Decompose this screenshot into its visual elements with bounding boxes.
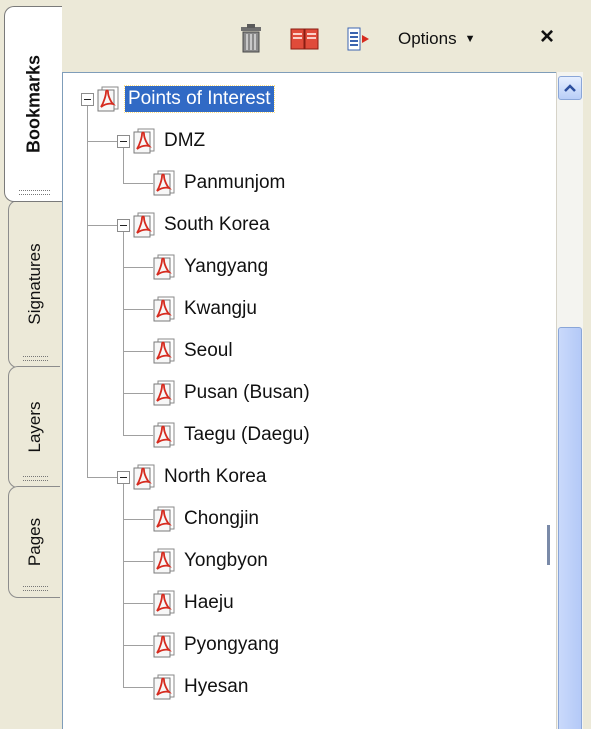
bookmark-label: Points of Interest (124, 85, 275, 113)
bookmark-item[interactable]: Chongjin (153, 501, 262, 537)
tab-grip (23, 356, 48, 361)
bookmark-label: South Korea (164, 214, 270, 235)
pdf-bookmark-icon (153, 338, 175, 364)
bookmarks-toolbar: Options ▼ × (62, 0, 591, 72)
pdf-bookmark-icon (133, 128, 155, 154)
collapse-toggle[interactable] (117, 470, 130, 484)
tree-horizontal-line (123, 183, 153, 184)
pdf-bookmark-icon (153, 254, 175, 280)
collapse-toggle[interactable] (117, 218, 130, 232)
bookmark-label: Hyesan (184, 676, 249, 697)
pdf-bookmark-icon (153, 296, 175, 322)
tree-horizontal-line (123, 309, 153, 310)
tree-horizontal-line (123, 435, 153, 436)
bookmark-item[interactable]: Yongbyon (153, 543, 271, 579)
scroll-up-button[interactable] (558, 76, 582, 100)
bookmarks-tree: Points of Interest DMZ Panmunjom South Kore… (63, 73, 556, 729)
bookmark-item[interactable]: Yangyang (153, 249, 271, 285)
bookmark-label: Yongbyon (184, 550, 268, 571)
options-button[interactable]: Options ▼ (398, 26, 475, 52)
bookmark-item[interactable]: Taegu (Daegu) (153, 417, 313, 453)
bookmark-item[interactable]: Kwangju (153, 291, 260, 327)
pdf-bookmark-icon (153, 674, 175, 700)
close-button[interactable]: × (532, 22, 562, 52)
pdf-bookmark-icon (133, 464, 155, 490)
pdf-bookmark-icon (153, 170, 175, 196)
bookmark-item[interactable]: Hyesan (153, 669, 251, 705)
bookmark-item[interactable]: Pyongyang (153, 627, 282, 663)
vertical-scrollbar[interactable] (556, 72, 583, 729)
pdf-bookmark-icon (153, 632, 175, 658)
chevron-down-icon: ▼ (464, 33, 476, 45)
tree-horizontal-line (87, 477, 117, 478)
tree-horizontal-line (123, 393, 153, 394)
tab-pages[interactable]: Pages (8, 486, 60, 598)
tree-vertical-line (87, 106, 88, 477)
bookmark-label: Pyongyang (184, 634, 280, 655)
tab-pages-label: Pages (24, 517, 44, 567)
tree-horizontal-line (123, 519, 153, 520)
tree-horizontal-line (87, 141, 117, 142)
tab-layers-label: Layers (24, 401, 44, 453)
bookmark-item[interactable]: Panmunjom (153, 165, 288, 201)
pdf-bookmark-icon (133, 212, 155, 238)
bookmarks-tree-pane: Points of Interest DMZ Panmunjom South Kore… (62, 72, 556, 729)
pdf-bookmark-icon (153, 422, 175, 448)
expand-bookmark-icon[interactable] (346, 24, 372, 54)
bookmark-label: Seoul (184, 340, 233, 361)
pdf-bookmark-icon (153, 548, 175, 574)
bookmark-group[interactable]: North Korea (117, 459, 269, 495)
pdf-bookmark-icon (153, 380, 175, 406)
panel-resize-grip[interactable] (547, 525, 550, 565)
bookmark-item[interactable]: Haeju (153, 585, 237, 621)
bookmark-label: Yangyang (184, 256, 269, 277)
new-bookmark-icon[interactable] (290, 24, 320, 54)
tree-vertical-line (123, 148, 124, 183)
tree-horizontal-line (123, 561, 153, 562)
tree-horizontal-line (123, 645, 153, 646)
bookmark-label: Haeju (184, 592, 234, 613)
bookmark-group[interactable]: South Korea (117, 207, 273, 243)
tab-bookmarks-label: Bookmarks (23, 54, 43, 154)
tree-horizontal-line (123, 603, 153, 604)
tree-horizontal-line (123, 267, 153, 268)
tab-signatures[interactable]: Signatures (8, 200, 60, 368)
tab-signatures-label: Signatures (24, 243, 44, 325)
bookmark-label: Kwangju (184, 298, 257, 319)
bookmark-label: DMZ (164, 130, 206, 151)
collapse-toggle[interactable] (117, 134, 130, 148)
tab-layers[interactable]: Layers (8, 366, 60, 488)
tree-vertical-line (123, 484, 124, 687)
collapse-toggle[interactable] (81, 92, 94, 106)
tab-grip (19, 190, 50, 195)
bookmark-root[interactable]: Points of Interest (81, 81, 275, 117)
tab-grip (23, 586, 48, 591)
bookmark-label: Taegu (Daegu) (184, 424, 310, 445)
bookmark-label: Panmunjom (184, 172, 286, 193)
tree-horizontal-line (123, 687, 153, 688)
bookmark-label: Pusan (Busan) (184, 382, 310, 403)
tree-horizontal-line (123, 351, 153, 352)
bookmark-group[interactable]: DMZ (117, 123, 208, 159)
pdf-bookmark-icon (153, 506, 175, 532)
options-label: Options (398, 29, 457, 48)
bookmark-label: Chongjin (184, 508, 259, 529)
scroll-thumb[interactable] (558, 327, 582, 729)
panel-right-edge (583, 0, 591, 729)
panel-tab-strip: Bookmarks Signatures Layers Pages (0, 0, 62, 729)
pdf-bookmark-icon (97, 86, 119, 112)
tree-vertical-line (123, 232, 124, 435)
bookmark-label: North Korea (164, 466, 267, 487)
trash-icon[interactable] (238, 24, 264, 54)
pdf-bookmark-icon (153, 590, 175, 616)
bookmark-item[interactable]: Seoul (153, 333, 236, 369)
chevron-up-icon (564, 84, 576, 92)
tab-grip (23, 476, 48, 481)
tree-horizontal-line (87, 225, 117, 226)
bookmark-item[interactable]: Pusan (Busan) (153, 375, 313, 411)
tab-bookmarks[interactable]: Bookmarks (4, 6, 62, 202)
